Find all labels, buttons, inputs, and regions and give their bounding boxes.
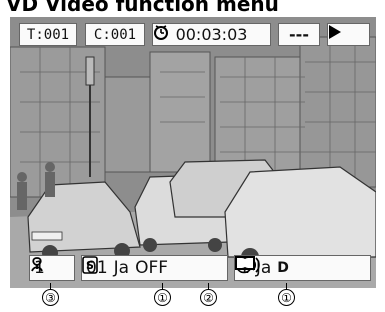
video-screen: T:001 C:001 00:03:03 --- 1 S 01 Ja OFF J…: [10, 17, 376, 288]
callout-1b: ①: [278, 289, 295, 306]
audio-format: D: [235, 256, 289, 276]
play-icon: [329, 25, 341, 39]
callout-1a: ①: [154, 289, 171, 306]
audio-display[interactable]: A 1 Ja D: [234, 255, 371, 281]
chapter-number-display: C:001: [85, 23, 145, 46]
callout-3: ③: [42, 289, 59, 306]
angle-icon: [31, 257, 43, 272]
angle-display[interactable]: 1: [29, 255, 75, 281]
subtitle-language: Ja: [113, 258, 130, 278]
audio-format-letter: D: [277, 260, 289, 276]
subtitle-state: OFF: [135, 258, 169, 278]
callout-2: ②: [200, 289, 217, 306]
clock-icon: [154, 25, 168, 40]
elapsed-time-display: 00:03:03: [152, 23, 271, 46]
title-number-display: T:001: [19, 23, 77, 46]
elapsed-time-text: 00:03:03: [175, 25, 248, 44]
dolby-icon: [235, 256, 255, 270]
svg-text:S: S: [86, 259, 94, 272]
subtitle-icon: S: [82, 256, 98, 274]
heading-text: VD Video function menu: [6, 0, 279, 14]
play-status-box[interactable]: [327, 23, 370, 46]
dash-display: ---: [278, 23, 320, 46]
page-heading: VD Video function menu: [0, 0, 385, 14]
street-scene-illustration: [10, 17, 376, 288]
subtitle-display[interactable]: S 01 Ja OFF: [81, 255, 228, 281]
